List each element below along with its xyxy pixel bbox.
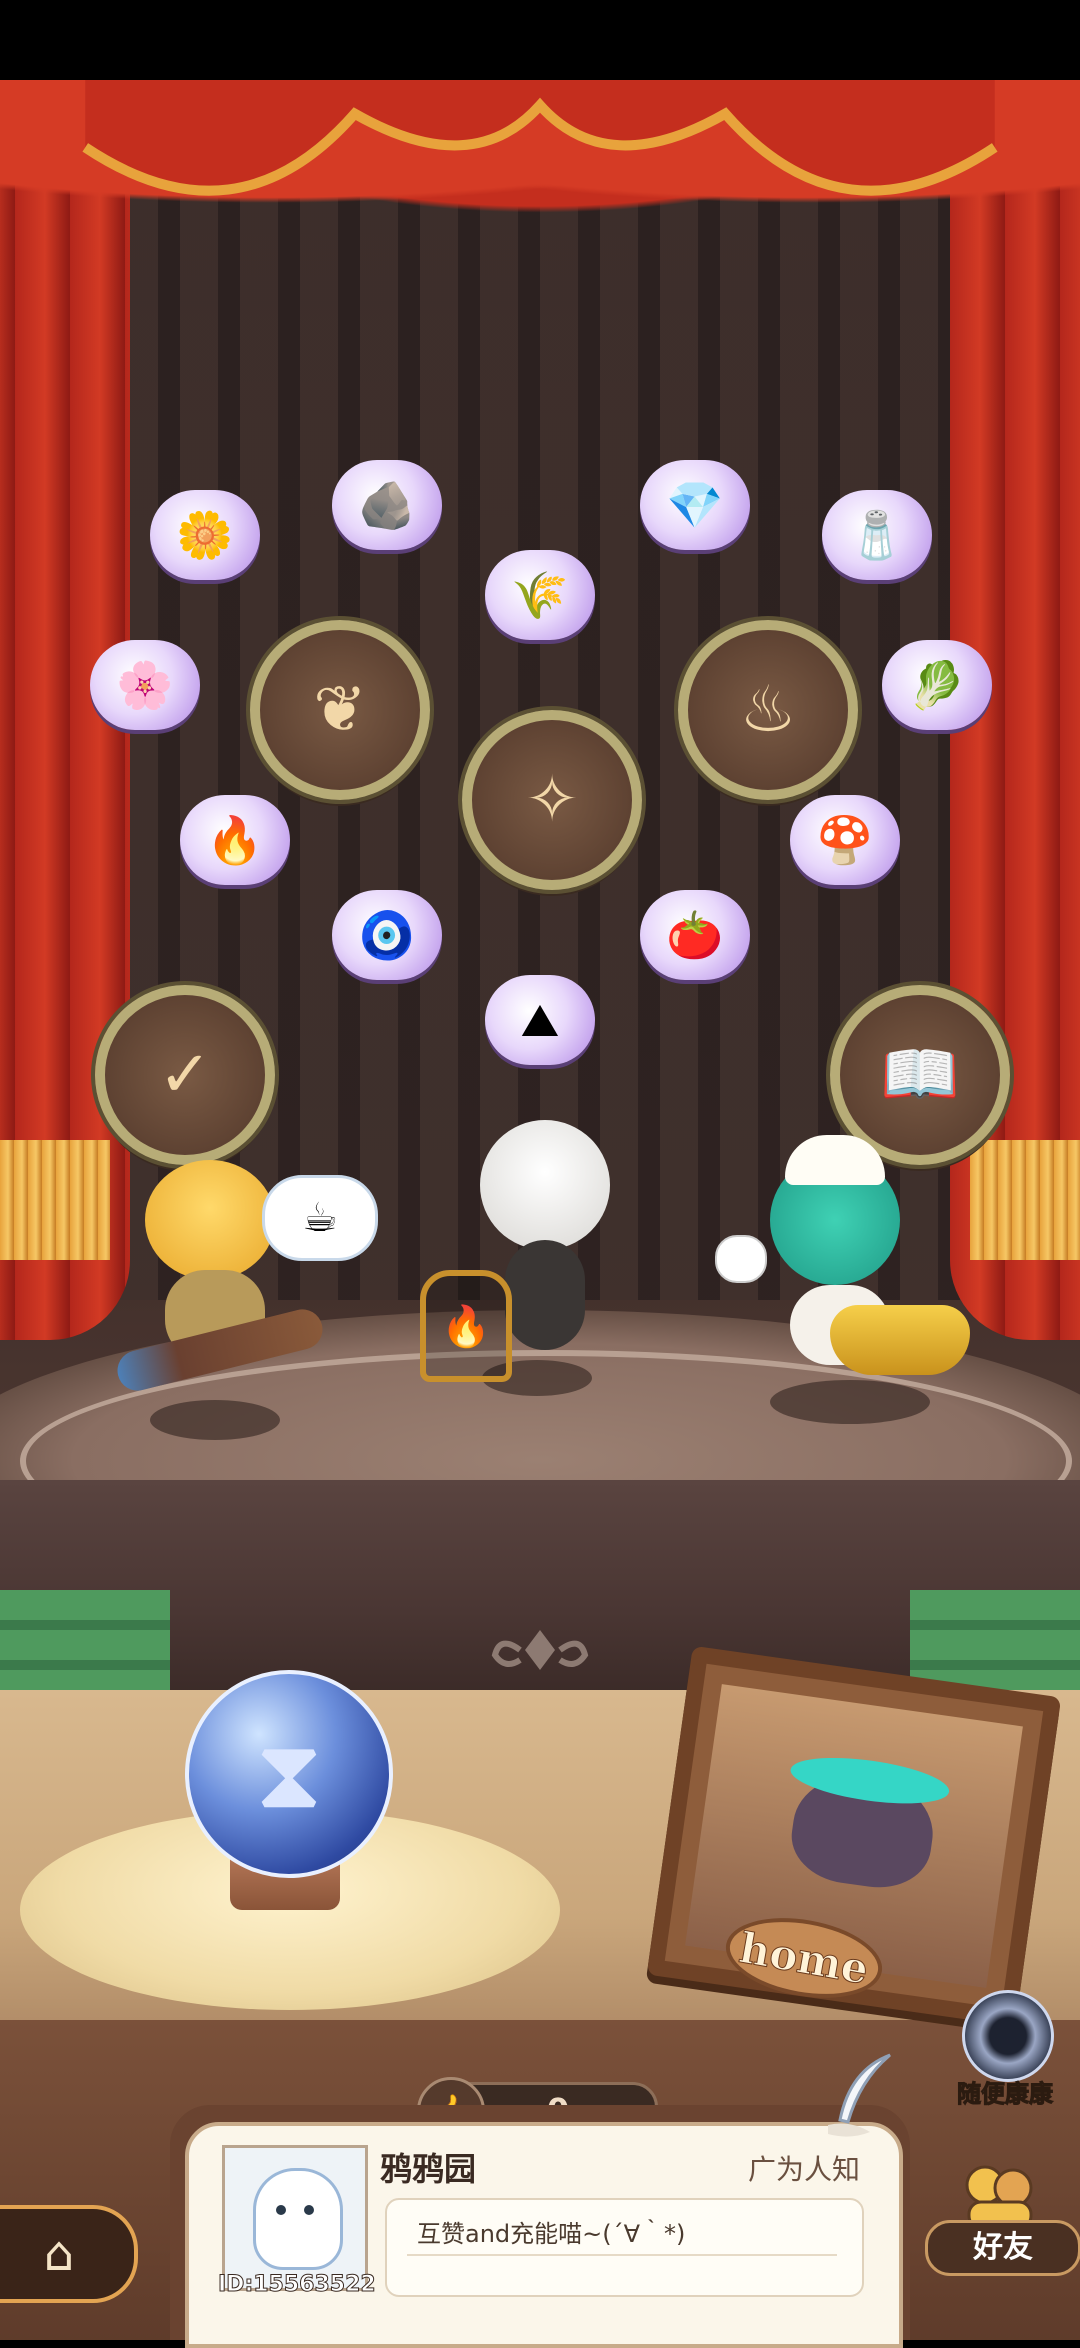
player-name: 鸦鸦园	[380, 2150, 477, 2188]
ingredient-amulet-bubble[interactable]: 🧿	[332, 890, 442, 980]
crystal-ball-button[interactable]: ⧗	[185, 1670, 393, 1878]
curtain-fringe-left	[0, 1140, 110, 1260]
ingredient-flower-bubble[interactable]: 🌸	[90, 640, 200, 730]
lantern-icon: 🔥	[420, 1270, 512, 1382]
ingredient-coal-bubble[interactable]: 🔥	[180, 795, 290, 885]
player-title: 广为人知	[747, 2153, 860, 2186]
checklist-icon: ✓	[158, 1038, 212, 1112]
ingredient-crystal-bubble[interactable]: 💎	[640, 460, 750, 550]
ingredient-leek-bubble[interactable]: 🥬	[882, 640, 992, 730]
random-visit-button[interactable]: 随便康康	[940, 1990, 1070, 2120]
blue-crystal-icon: 💎	[666, 478, 724, 532]
medal-cauldron[interactable]: ♨	[678, 620, 858, 800]
friends-button[interactable]: 好友	[925, 2160, 1080, 2280]
black-stone-icon: ⛰	[520, 993, 560, 1047]
purple-flower-icon: 🌸	[116, 658, 174, 712]
mushroom-icon: 🍄	[816, 813, 874, 867]
portal-icon	[962, 1990, 1054, 2082]
motto-underline	[407, 2254, 837, 2256]
salt-icon: 🧂	[848, 508, 906, 562]
player-id: ID:15563522	[218, 2272, 377, 2298]
tea-cup-icon: ☕	[302, 1195, 338, 1241]
ingredient-lily-bubble[interactable]: 🌼	[150, 490, 260, 580]
cauldron-icon: ♨	[739, 673, 797, 747]
medal-scroll[interactable]: ✓	[95, 985, 275, 1165]
status-bar	[0, 0, 1080, 80]
theater-scene: 🌼 🪨 💎 🧂 🌾 🌸 🥬 🔥 🍄 🧿 🍅 ⛰ ❦ ♨ ✧ ✓ 📖 ☕ 🔥 ⧗ …	[0, 80, 1080, 2340]
dancer-icon: ❦	[313, 673, 367, 747]
fairy-icon: ✧	[525, 763, 579, 837]
ingredient-tomato-bubble[interactable]: 🍅	[640, 890, 750, 980]
random-visit-label: 随便康康	[957, 2080, 1054, 2109]
stage-emblem	[491, 1630, 589, 1670]
house-icon: ⌂	[43, 2226, 75, 2282]
leek-icon: 🥬	[908, 658, 966, 712]
ingredient-mushroom-bubble[interactable]: 🍄	[790, 795, 900, 885]
ingredient-salt-bubble[interactable]: 🧂	[822, 490, 932, 580]
wheat-icon: 🌾	[511, 568, 569, 622]
character-white-hair-girl[interactable]: 🔥	[420, 1120, 640, 1382]
ingredient-stone-bubble[interactable]: ⛰	[485, 975, 595, 1065]
ingredient-ore-bubble[interactable]: 🪨	[332, 460, 442, 550]
tomato-icon: 🍅	[666, 908, 724, 962]
quill-icon[interactable]	[820, 2050, 900, 2140]
home-button[interactable]: ⌂	[0, 2205, 138, 2303]
curtain-fringe-right	[970, 1140, 1080, 1260]
speech-bubble-small	[715, 1235, 767, 1283]
ghost-avatar-icon	[253, 2168, 343, 2270]
lily-icon: 🌼	[176, 508, 234, 562]
motto-text: 互赞and充能喵~(´∀｀*)	[417, 2220, 686, 2248]
coal-icon: 🔥	[206, 813, 264, 867]
friends-label: 好友	[925, 2220, 1080, 2276]
amulet-icon: 🧿	[358, 908, 416, 962]
speech-bubble-idea: ☕	[262, 1175, 378, 1261]
character-shadow	[150, 1400, 280, 1440]
avatar[interactable]	[222, 2145, 368, 2291]
red-ore-icon: 🪨	[358, 478, 416, 532]
motto-box[interactable]: 互赞and充能喵~(´∀｀*)	[385, 2198, 864, 2297]
medal-fairy[interactable]: ✧	[462, 710, 642, 890]
curtain-valance	[0, 80, 1080, 240]
medal-dance[interactable]: ❦	[250, 620, 430, 800]
ingredient-wheat-bubble[interactable]: 🌾	[485, 550, 595, 640]
book-icon: 📖	[880, 1038, 960, 1112]
hourglass-icon: ⧗	[255, 1718, 323, 1830]
